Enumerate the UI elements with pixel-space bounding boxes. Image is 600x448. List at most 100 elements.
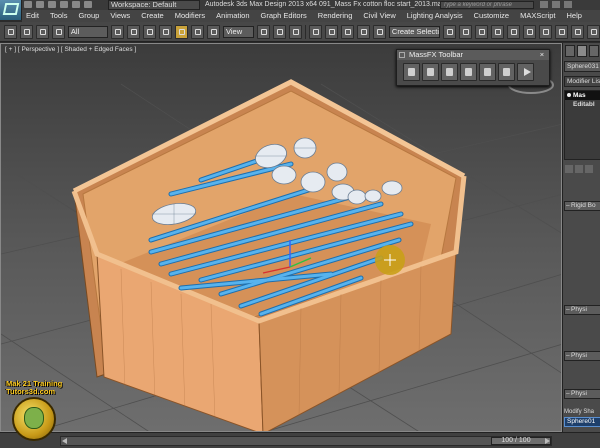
viewport-menu-plus[interactable]: [ + ]: [5, 46, 16, 53]
window-crossing-button[interactable]: [159, 24, 173, 39]
rect-select-button[interactable]: [143, 24, 157, 39]
angle-icon: [329, 28, 336, 35]
menu-modifiers[interactable]: Modifiers: [171, 10, 209, 22]
stack-item-massfx[interactable]: Mas: [565, 91, 600, 100]
redo-icon[interactable]: [72, 1, 80, 8]
selection-filter-dropdown[interactable]: All: [67, 25, 109, 38]
select-by-name-button[interactable]: [127, 24, 141, 39]
menu-group[interactable]: Group: [74, 10, 103, 22]
tab-create[interactable]: [565, 45, 575, 57]
close-icon[interactable]: ×: [538, 50, 546, 60]
curve-editor-button[interactable]: [507, 24, 521, 39]
move-button[interactable]: [175, 24, 189, 39]
time-slider-track[interactable]: [60, 436, 552, 446]
viewport-menu-shading[interactable]: [ Shaded + Edged Faces ]: [61, 46, 136, 53]
link-button[interactable]: [35, 24, 49, 39]
redo-button[interactable]: [19, 24, 33, 39]
menu-customize[interactable]: Customize: [470, 10, 513, 22]
list-icon: [131, 28, 138, 35]
render-button[interactable]: [586, 24, 600, 39]
app-button[interactable]: [0, 0, 22, 20]
undo-button[interactable]: [4, 24, 17, 39]
layer-manager-button[interactable]: [475, 24, 489, 39]
graphite-icon: [495, 28, 502, 35]
snaps-toggle-button[interactable]: [309, 24, 323, 39]
pin-stack-icon[interactable]: [565, 165, 573, 173]
menu-tools[interactable]: Tools: [46, 10, 72, 22]
keyboard-shortcut-button[interactable]: [289, 24, 303, 39]
render-setup-button[interactable]: [555, 24, 569, 39]
open-file-icon[interactable]: [36, 1, 44, 8]
title-bar: Workspace: Default Autodesk 3ds Max Desi…: [0, 0, 600, 10]
perspective-viewport[interactable]: [ + ] [ Perspective ] [ Shaded + Edged F…: [0, 43, 562, 432]
percent-snap-button[interactable]: [341, 24, 355, 39]
menu-civil-view[interactable]: Civil View: [359, 10, 399, 22]
menu-rendering[interactable]: Rendering: [314, 10, 357, 22]
viewport-menu-pov[interactable]: [ Perspective ]: [18, 46, 59, 53]
scale-icon: [211, 28, 218, 35]
rollout-rigid-body[interactable]: Rigid Bo: [564, 201, 600, 211]
help-icon[interactable]: [564, 1, 572, 8]
unlink-button[interactable]: [51, 24, 65, 39]
undo-icon: [8, 28, 14, 35]
menu-lighting-analysis[interactable]: Lighting Analysis: [403, 10, 467, 22]
hold-icon[interactable]: [84, 1, 92, 8]
schematic-view-button[interactable]: [523, 24, 537, 39]
lightbulb-icon[interactable]: [567, 93, 571, 97]
modifier-list-dropdown[interactable]: Modifier List: [564, 76, 600, 87]
menu-create[interactable]: Create: [137, 10, 168, 22]
remove-modifier-icon[interactable]: [585, 165, 593, 173]
angle-snap-button[interactable]: [325, 24, 339, 39]
next-frame-icon[interactable]: [545, 438, 550, 444]
stack-item-editable[interactable]: Editabl: [565, 100, 600, 109]
keyboard-icon: [293, 28, 300, 35]
redo-icon: [23, 28, 30, 35]
graphite-toggle-button[interactable]: [491, 24, 505, 39]
menu-maxscript[interactable]: MAXScript: [516, 10, 559, 22]
rendered-frame-button[interactable]: [571, 24, 584, 39]
undo-icon[interactable]: [60, 1, 68, 8]
modify-shape-field[interactable]: Sphere01: [564, 417, 600, 427]
ragdoll-button[interactable]: [479, 63, 496, 81]
save-file-icon[interactable]: [48, 1, 56, 8]
menu-edit[interactable]: Edit: [22, 10, 43, 22]
workspace-dropdown[interactable]: Workspace: Default: [108, 0, 200, 10]
reference-coord-dropdown[interactable]: View: [223, 25, 255, 38]
tab-hierarchy[interactable]: [589, 45, 599, 57]
massfx-title: MassFX Toolbar: [409, 50, 464, 59]
spinner-snap-button[interactable]: [357, 24, 370, 39]
align-button[interactable]: [459, 24, 473, 39]
rotate-button[interactable]: [191, 24, 205, 39]
play-simulation-button[interactable]: [517, 63, 534, 81]
new-file-icon[interactable]: [24, 1, 32, 8]
reset-simulation-button[interactable]: [498, 63, 515, 81]
select-manipulate-button[interactable]: [273, 24, 287, 39]
select-object-button[interactable]: [111, 24, 125, 39]
show-end-result-icon[interactable]: [575, 165, 583, 173]
rollout-physical-2[interactable]: Physi: [564, 351, 600, 361]
world-params-button[interactable]: [403, 63, 420, 81]
cloth-button[interactable]: [441, 63, 458, 81]
rigid-body-button[interactable]: [422, 63, 439, 81]
rollout-physical-1[interactable]: Physi: [564, 305, 600, 315]
named-selection-dropdown[interactable]: Create Selection Se: [388, 25, 441, 38]
menu-views[interactable]: Views: [106, 10, 134, 22]
constraint-button[interactable]: [460, 63, 477, 81]
star-icon[interactable]: [552, 1, 560, 8]
menu-animation[interactable]: Animation: [212, 10, 253, 22]
rollout-physical-3[interactable]: Physi: [564, 389, 600, 399]
material-editor-button[interactable]: [539, 24, 553, 39]
scale-button[interactable]: [207, 24, 220, 39]
pivot-button[interactable]: [257, 24, 271, 39]
menu-help[interactable]: Help: [563, 10, 586, 22]
object-name-field[interactable]: Sphere031: [564, 61, 600, 72]
tab-modify[interactable]: [577, 45, 587, 57]
massfx-title-bar[interactable]: MassFX Toolbar ×: [397, 50, 549, 60]
massfx-toolbar[interactable]: MassFX Toolbar ×: [396, 49, 550, 86]
mirror-button[interactable]: [443, 24, 457, 39]
menu-graph-editors[interactable]: Graph Editors: [257, 10, 311, 22]
frame-counter: 100 / 100: [501, 437, 531, 444]
binoculars-icon[interactable]: [540, 1, 548, 8]
search-input[interactable]: Type a keyword or phrase: [440, 1, 534, 9]
edit-named-selection-button[interactable]: [372, 24, 386, 39]
